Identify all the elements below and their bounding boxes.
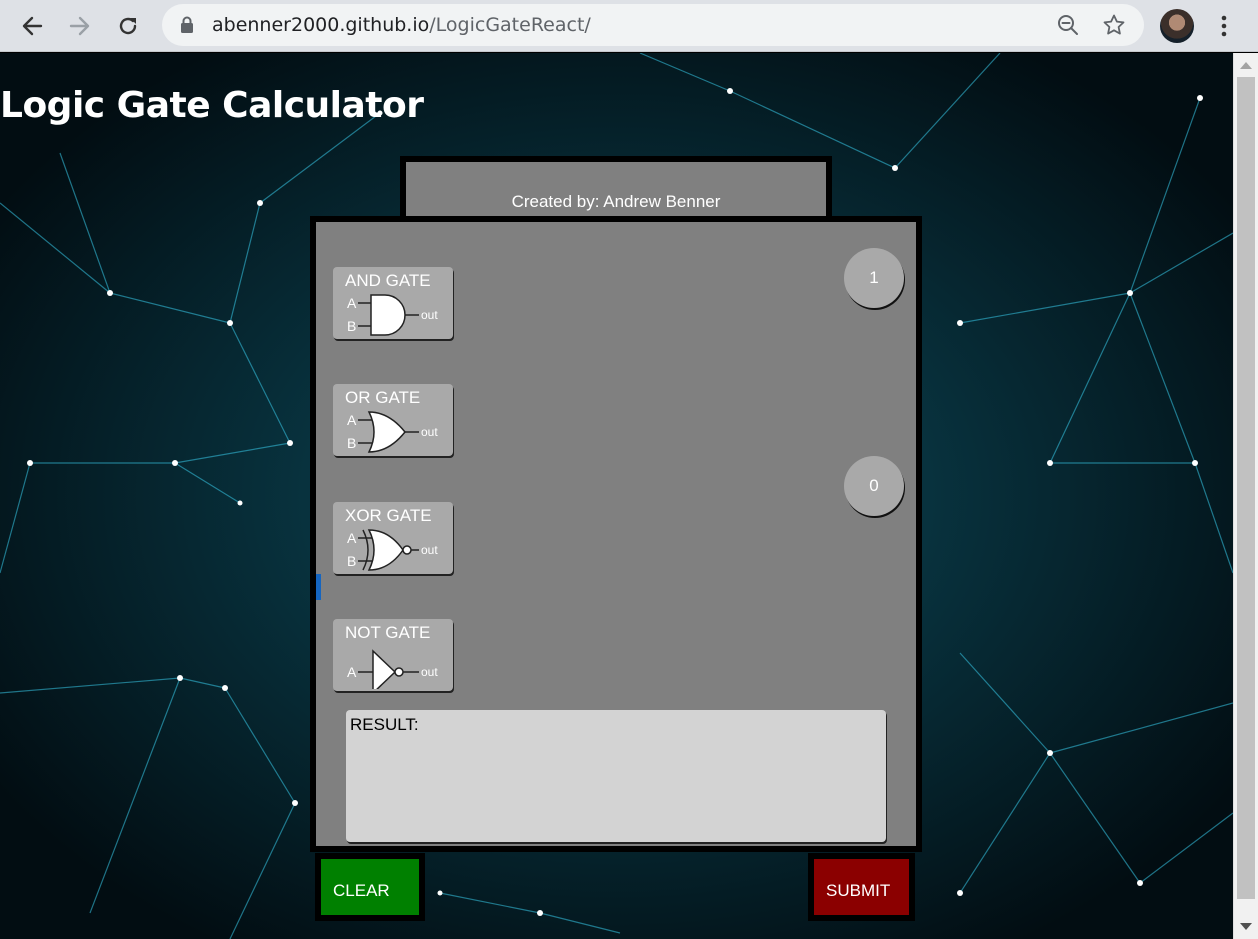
browser-toolbar: abenner2000.github.io/LogicGateReact/ — [0, 0, 1258, 52]
url-text: abenner2000.github.io/LogicGateReact/ — [212, 14, 591, 36]
scroll-up-icon[interactable] — [1240, 62, 1252, 69]
svg-text:A: A — [347, 664, 357, 680]
svg-text:A: A — [347, 412, 357, 428]
calculator-panel: AND GATE A B out OR GATE A B out XOR GAT… — [310, 216, 922, 852]
page-title: Logic Gate Calculator — [0, 85, 424, 126]
vertical-scrollbar[interactable] — [1233, 53, 1258, 939]
svg-text:out: out — [421, 543, 438, 557]
lock-icon — [180, 16, 194, 38]
reload-icon[interactable] — [110, 8, 146, 44]
gate-label: NOT GATE — [345, 623, 431, 642]
svg-text:A: A — [347, 530, 357, 546]
back-icon[interactable] — [14, 8, 50, 44]
not-gate-icon: A out — [347, 649, 438, 689]
result-display: RESULT: — [346, 710, 886, 842]
or-gate-icon: A B out — [347, 411, 438, 453]
page-viewport: Logic Gate Calculator Created by: Andrew… — [0, 53, 1233, 939]
svg-text:out: out — [421, 665, 438, 679]
credit-box: Created by: Andrew Benner — [400, 156, 832, 218]
zoom-icon[interactable] — [1056, 13, 1080, 41]
clear-button[interactable]: CLEAR — [315, 853, 425, 921]
gate-label: XOR GATE — [345, 506, 432, 525]
bookmark-star-icon[interactable] — [1102, 13, 1126, 41]
result-label: RESULT: — [350, 715, 419, 734]
not-gate-button[interactable]: NOT GATE A out — [333, 619, 453, 691]
input-a-toggle[interactable]: 1 — [844, 248, 904, 308]
gate-label: OR GATE — [345, 388, 421, 407]
drop-marker — [316, 574, 321, 600]
svg-text:A: A — [347, 295, 357, 311]
svg-text:B: B — [347, 318, 356, 334]
or-gate-button[interactable]: OR GATE A B out — [333, 384, 453, 456]
svg-text:B: B — [347, 435, 356, 451]
profile-avatar[interactable] — [1160, 9, 1194, 43]
and-gate-icon: A B out — [347, 294, 438, 336]
svg-text:out: out — [421, 308, 438, 322]
credit-text: Created by: Andrew Benner — [511, 192, 721, 211]
forward-icon[interactable] — [62, 8, 98, 44]
scroll-thumb[interactable] — [1237, 77, 1255, 899]
svg-text:B: B — [347, 553, 356, 569]
submit-button[interactable]: SUBMIT — [808, 853, 915, 921]
gate-label: AND GATE — [345, 271, 431, 290]
svg-text:out: out — [421, 425, 438, 439]
xor-gate-button[interactable]: XOR GATE A B out — [333, 502, 453, 574]
menu-kebab-icon[interactable] — [1212, 8, 1236, 44]
and-gate-button[interactable]: AND GATE A B out — [333, 267, 453, 339]
scroll-down-icon[interactable] — [1240, 923, 1252, 930]
address-bar[interactable]: abenner2000.github.io/LogicGateReact/ — [162, 4, 1144, 46]
xor-gate-icon: A B out — [347, 529, 438, 571]
input-b-toggle[interactable]: 0 — [844, 456, 904, 516]
